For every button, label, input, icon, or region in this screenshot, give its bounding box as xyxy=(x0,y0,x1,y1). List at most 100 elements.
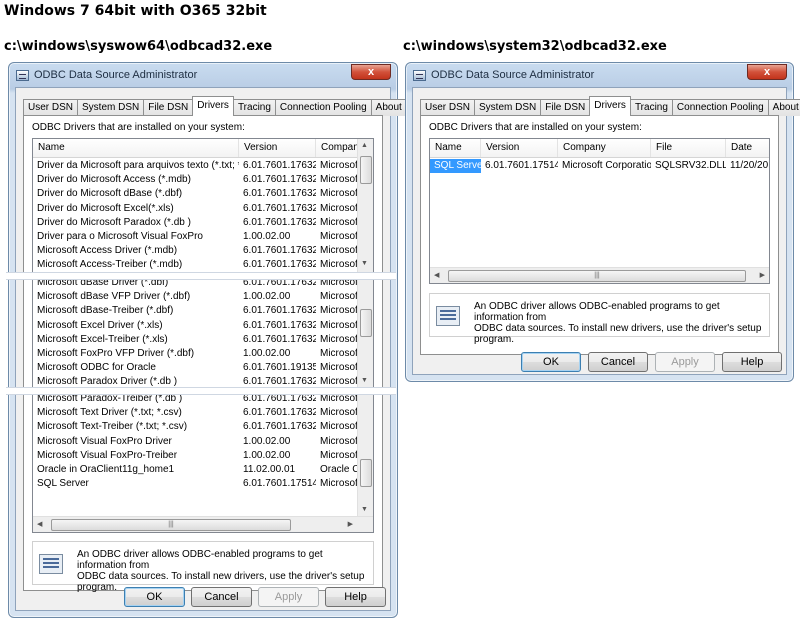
table-row[interactable]: Microsoft dBase VFP Driver (*.dbf) 1.00.0… xyxy=(33,290,359,304)
right-titlebar[interactable]: ODBC Data Source Administrator x xyxy=(406,63,793,87)
table-row[interactable]: Microsoft Text Driver (*.txt; *.csv) 6.01… xyxy=(33,406,359,420)
table-row[interactable]: Microsoft FoxPro VFP Driver (*.dbf) 1.00.… xyxy=(33,347,359,361)
tab-user-dsn[interactable]: User DSN xyxy=(420,99,476,116)
row-name-cell: Microsoft Visual FoxPro Driver xyxy=(37,435,172,447)
column-header-company[interactable]: Company xyxy=(558,139,651,157)
table-row[interactable]: SQL Server 6.01.7601.17514 Microsoft C xyxy=(33,477,359,491)
row-company-cell: Microsoft C xyxy=(320,202,359,214)
tab-file-dsn[interactable]: File DSN xyxy=(540,99,591,116)
column-header-company[interactable]: Company xyxy=(316,139,359,157)
right-close-button[interactable]: x xyxy=(747,64,787,80)
stitch-seam xyxy=(6,387,396,395)
table-row[interactable]: Microsoft Text-Treiber (*.txt; *.csv) 6.0… xyxy=(33,420,359,434)
left-cancel-button[interactable]: Cancel xyxy=(191,587,252,607)
table-row[interactable]: Microsoft Excel-Treiber (*.xls) 6.01.7601… xyxy=(33,333,359,347)
column-header-name[interactable]: Name xyxy=(33,139,239,157)
tab-connection-pooling[interactable]: Connection Pooling xyxy=(671,99,769,116)
row-version-cell: 6.01.7601.17632 xyxy=(243,216,316,228)
row-version-cell: 6.01.7601.17632 xyxy=(243,407,316,419)
column-header-version[interactable]: Version xyxy=(239,139,316,157)
scroll-right-arrow-icon[interactable]: ▶ xyxy=(348,520,353,528)
scroll-up-arrow-icon[interactable]: ▲ xyxy=(361,142,368,149)
row-name-cell: Driver para o Microsoft Visual FoxPro xyxy=(37,231,203,242)
tab-drivers[interactable]: Drivers xyxy=(192,96,234,116)
scroll-down-arrow-icon[interactable]: ▼ xyxy=(361,506,368,513)
row-name-cell: Microsoft dBase VFP Driver (*.dbf) xyxy=(37,291,191,303)
tab-system-dsn[interactable]: System DSN xyxy=(77,99,145,116)
table-row[interactable]: Oracle in OraClient11g_home1 11.02.00.01 O… xyxy=(33,463,359,477)
row-company-cell: Microsoft C xyxy=(320,435,359,447)
row-company-cell: Microsoft C xyxy=(320,305,359,317)
row-version-cell: 6.01.7601.17632 xyxy=(243,319,316,331)
scroll-left-arrow-icon[interactable]: ◀ xyxy=(434,271,439,279)
scroll-down-arrow-icon[interactable]: ▼ xyxy=(361,377,368,384)
row-name-cell: Driver do Microsoft Access (*.mdb) xyxy=(37,174,191,186)
row-name-cell: Microsoft Access-Treiber (*.mdb) xyxy=(37,259,183,271)
tab-tracing[interactable]: Tracing xyxy=(629,99,673,116)
row-name-cell: Microsoft Text Driver (*.txt; *.csv) xyxy=(37,407,182,419)
row-company-cell: Microsoft C xyxy=(320,362,359,374)
table-row[interactable]: Driver do Microsoft Paradox (*.db ) 6.01.… xyxy=(33,216,359,230)
table-row[interactable]: Driver da Microsoft para arquivos texto … xyxy=(33,159,359,173)
table-row[interactable]: Driver para o Microsoft Visual FoxPro 1.0… xyxy=(33,230,359,244)
left-drivers-list[interactable]: Name Version Company Driver da Microsoft… xyxy=(32,138,374,533)
left-client-area: User DSN System DSN File DSN Drivers Tra… xyxy=(15,87,407,611)
row-company-cell: Microsoft C xyxy=(320,333,359,345)
left-titlebar[interactable]: ODBC Data Source Administrator x xyxy=(9,63,397,87)
row-file-cell: SQLSRV32.DLL xyxy=(655,160,726,171)
right-apply-button[interactable]: Apply xyxy=(655,352,715,372)
right-drivers-list[interactable]: Name Version Company File Date SQL Serve… xyxy=(429,138,770,284)
table-row[interactable]: Microsoft Visual FoxPro-Treiber 1.00.02.0… xyxy=(33,449,359,463)
scroll-down-arrow-icon[interactable]: ▼ xyxy=(361,260,368,267)
right-list-header: Name Version Company File Date xyxy=(430,139,769,158)
tab-drivers[interactable]: Drivers xyxy=(589,96,631,116)
table-row[interactable]: Microsoft Access Driver (*.mdb) 6.01.7601… xyxy=(33,244,359,258)
table-row[interactable]: Microsoft Visual FoxPro Driver 1.00.02.00… xyxy=(33,435,359,449)
tab-about[interactable]: About xyxy=(370,99,407,116)
row-company-cell: Microsoft C xyxy=(320,319,359,331)
row-name-cell: Oracle in OraClient11g_home1 xyxy=(37,464,175,475)
table-row[interactable]: Microsoft ODBC for Oracle 6.01.7601.19135… xyxy=(33,361,359,375)
right-cancel-button[interactable]: Cancel xyxy=(588,352,648,372)
table-row[interactable]: Microsoft Access-Treiber (*.mdb) 6.01.760… xyxy=(33,258,359,272)
column-header-version[interactable]: Version xyxy=(481,139,558,157)
left-scroll-thumb[interactable] xyxy=(360,309,372,337)
table-row[interactable]: Microsoft dBase-Treiber (*.dbf) 6.01.7601… xyxy=(33,304,359,318)
column-header-date[interactable]: Date xyxy=(726,139,769,157)
tab-tracing[interactable]: Tracing xyxy=(232,99,276,116)
left-vertical-scrollbar[interactable]: ▲ ▼ ▼ ▼ xyxy=(357,139,373,516)
tab-file-dsn[interactable]: File DSN xyxy=(143,99,194,116)
tab-connection-pooling[interactable]: Connection Pooling xyxy=(274,99,372,116)
left-hscroll-thumb[interactable]: ||| xyxy=(51,519,291,531)
left-horizontal-scrollbar[interactable]: ◀ ||| ▶ xyxy=(33,516,373,532)
right-help-button[interactable]: Help xyxy=(722,352,782,372)
right-hscroll-thumb[interactable]: ||| xyxy=(448,270,746,282)
left-ok-button[interactable]: OK xyxy=(124,587,185,607)
left-apply-button[interactable]: Apply xyxy=(258,587,319,607)
table-row[interactable]: Driver do Microsoft Access (*.mdb) 6.01.7… xyxy=(33,173,359,187)
column-header-name[interactable]: Name xyxy=(430,139,481,157)
row-name-cell: Microsoft Visual FoxPro-Treiber xyxy=(37,449,178,461)
table-row[interactable]: Microsoft Excel Driver (*.xls) 6.01.7601.… xyxy=(33,319,359,333)
scroll-right-arrow-icon[interactable]: ▶ xyxy=(760,271,765,279)
left-close-button[interactable]: x xyxy=(351,64,391,80)
scroll-left-arrow-icon[interactable]: ◀ xyxy=(37,520,42,528)
tab-system-dsn[interactable]: System DSN xyxy=(474,99,542,116)
right-horizontal-scrollbar[interactable]: ◀ ||| ▶ xyxy=(430,267,769,283)
row-name-cell: Driver da Microsoft para arquivos texto … xyxy=(37,160,239,171)
row-name-cell: Microsoft ODBC for Oracle xyxy=(37,362,156,374)
table-row[interactable]: Driver do Microsoft Excel(*.xls) 6.01.760… xyxy=(33,202,359,216)
stitch-seam xyxy=(6,272,396,280)
table-row[interactable]: SQL Server 6.01.7601.17514 Microsoft Cor… xyxy=(430,159,769,173)
table-row[interactable]: Driver do Microsoft dBase (*.dbf) 6.01.76… xyxy=(33,187,359,201)
left-scroll-thumb[interactable] xyxy=(360,459,372,487)
right-ok-button[interactable]: OK xyxy=(521,352,581,372)
left-scroll-thumb[interactable] xyxy=(360,156,372,184)
row-version-cell: 6.01.7601.17632 xyxy=(243,305,316,317)
tab-user-dsn[interactable]: User DSN xyxy=(23,99,79,116)
left-help-button[interactable]: Help xyxy=(325,587,386,607)
row-version-cell: 1.00.02.00 xyxy=(243,449,291,461)
tab-about[interactable]: About xyxy=(767,99,800,116)
column-header-file[interactable]: File xyxy=(651,139,726,157)
row-version-cell: 1.00.02.00 xyxy=(243,291,291,303)
